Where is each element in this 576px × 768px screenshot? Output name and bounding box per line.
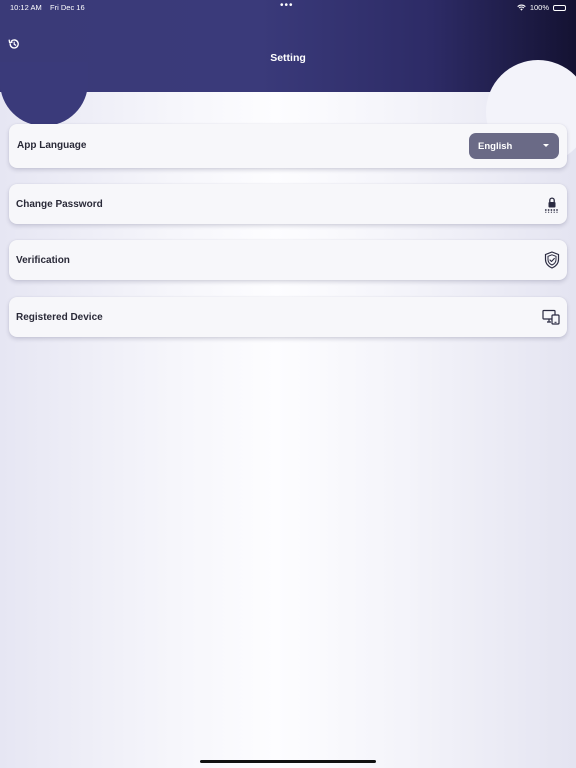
battery-icon (553, 4, 566, 11)
registered-device-row[interactable]: Registered Device (9, 297, 567, 337)
battery-percent: 100% (529, 3, 549, 12)
status-date: Fri Dec 16 (50, 3, 85, 12)
multitasking-dots[interactable]: ••• (280, 0, 294, 11)
language-selected-value: English (478, 141, 513, 152)
app-language-label: App Language (17, 140, 87, 151)
verification-label: Verification (16, 255, 70, 266)
shield-check-icon (544, 251, 560, 274)
caret-down-icon (543, 144, 549, 147)
history-back-icon[interactable] (6, 36, 22, 52)
lock-password-icon (544, 196, 560, 218)
status-time: 10:12 AM (10, 3, 42, 12)
verification-row[interactable]: Verification (9, 240, 567, 280)
registered-device-label: Registered Device (16, 312, 103, 323)
change-password-label: Change Password (16, 199, 103, 210)
app-language-row: App Language English (9, 124, 567, 168)
status-bar: 10:12 AM Fri Dec 16 ••• 100% (0, 0, 576, 14)
wifi-icon (517, 4, 526, 11)
page-title: Setting (270, 52, 306, 64)
devices-icon (542, 309, 560, 330)
home-indicator (200, 760, 376, 763)
language-select[interactable]: English (469, 133, 559, 159)
change-password-row[interactable]: Change Password (9, 184, 567, 224)
